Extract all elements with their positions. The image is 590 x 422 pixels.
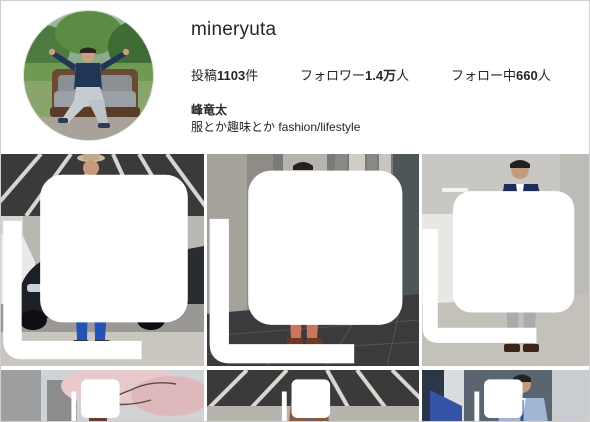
- post-tile-4[interactable]: [1, 370, 204, 421]
- profile-username: mineryuta: [191, 19, 277, 40]
- multiple-images-icon: [71, 379, 120, 421]
- followers-count: 1.4万: [365, 68, 397, 83]
- profile-stats: 投稿1103件 フォロワー1.4万人 フォロー中660人: [191, 65, 551, 84]
- multiple-images-icon: [209, 170, 403, 364]
- posts-count-stat[interactable]: 投稿1103件: [191, 65, 300, 84]
- following-stat[interactable]: フォロー中660人: [451, 65, 551, 84]
- profile-display-name: 峰竜太: [191, 103, 228, 117]
- post-tile-3[interactable]: [422, 154, 589, 366]
- multiple-images-icon: [3, 174, 188, 360]
- posts-label: 投稿: [191, 68, 218, 83]
- profile-avatar[interactable]: [23, 10, 154, 141]
- profile-bio: 服とか趣味とか fashion/lifestyle: [191, 120, 361, 134]
- followers-stat[interactable]: フォロワー1.4万人: [300, 65, 451, 84]
- avatar-photo: [24, 11, 153, 140]
- post-tile-5[interactable]: [207, 370, 419, 421]
- followers-label: フォロワー: [300, 68, 366, 83]
- multiple-images-icon: [281, 379, 331, 421]
- instagram-profile-window: mineryuta 投稿1103件 フォロワー1.4万人 フォロー中660人 峰…: [0, 0, 590, 422]
- following-count: 660: [516, 68, 538, 83]
- post-tile-6[interactable]: [422, 370, 589, 421]
- multiple-images-icon: [474, 379, 523, 421]
- post-tile-2[interactable]: [207, 154, 419, 366]
- posts-unit: 件: [245, 68, 259, 83]
- following-unit: 人: [537, 68, 551, 83]
- multiple-images-icon: [422, 191, 575, 343]
- post-tile-1[interactable]: [1, 154, 204, 366]
- posts-count: 1103: [217, 68, 246, 83]
- followers-unit: 人: [396, 68, 410, 83]
- following-label: フォロー中: [451, 68, 517, 83]
